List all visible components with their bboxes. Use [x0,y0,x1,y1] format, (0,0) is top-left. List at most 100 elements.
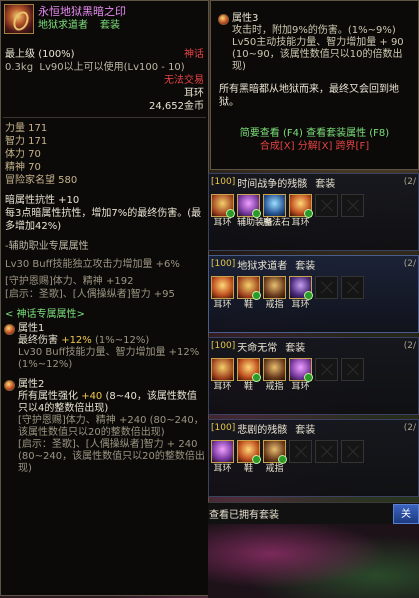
owned-badge-icon [252,291,261,300]
attribute-1-title: 属性1 [18,323,45,334]
set-card-selected[interactable]: [100] 地狱求道者 套装 (2/ 耳环 鞋 戒指 耳环 [208,255,419,333]
empty-slot[interactable] [315,276,338,299]
slot-label: 辅助装备 [237,218,274,228]
close-button[interactable]: 关 [393,503,419,524]
attribute-orb-icon [4,324,15,335]
equip-slot[interactable] [237,276,261,300]
grade-label: 最上级 [5,49,35,60]
attribute-2: 属性2 所有属性强化 +40 (8~40，该属性数值只以4的整数倍出现) [守护… [1,379,208,475]
owned-badge-icon [252,455,261,464]
empty-slot[interactable] [341,276,364,299]
tooltip-header: 永恒地狱黑暗之印 地狱求道者 套装 [1,1,208,48]
support-title: -辅助职业专属属性 [5,241,89,252]
level-requirement: Lv90以上可以使用(Lv100 - 10) [39,62,185,73]
attribute-2-value: +40 [81,391,103,402]
owned-badge-icon [278,455,287,464]
attribute-1: 属性1 最终伤害 +12% (1%~12%) Lv30 Buff技能力量、智力增… [1,323,208,371]
set-card[interactable]: [100] 天命无常 套装 (2/ 耳环 鞋 戒指 耳环 [208,337,419,415]
slot-label: 耳环 [291,382,310,392]
equip-slot[interactable] [211,440,234,463]
empty-slot[interactable] [315,440,338,463]
lore-text: 所有黑暗都从地狱而来，最终又会回到地狱。 [219,84,399,108]
slot-label: 鞋 [243,300,253,310]
set-tag: 套装 [285,342,306,354]
equip-slot[interactable] [211,358,234,381]
equip-slot[interactable] [237,440,261,464]
slot-label: 魔法石 [263,218,291,228]
equip-slot[interactable] [237,194,261,218]
owned-badge-icon [252,373,261,382]
item-tooltip: 永恒地狱黑暗之印 地狱求道者 套装 最上级 (100%) 神话 0.3kg Lv9… [0,0,209,596]
equip-slot[interactable] [289,276,313,300]
empty-slot[interactable] [341,440,364,463]
equip-slot[interactable] [263,194,286,217]
attribute-3: 属性3 攻击时，附加9%的伤害。(1%~9%) Lv50主动技能力量、智力增加量… [215,13,414,73]
equip-slot[interactable] [289,358,313,382]
set-tag: 套装 [295,260,316,272]
support-line-1: Lv30 Buff技能独立攻击力增加量 +6% [5,259,180,270]
set-title: 时间战争的残骸 [237,178,308,190]
attribute-orb-icon [4,380,15,391]
attribute-2-line3: [启示：圣歌]、[人偶操纵者]智力 + 240 (80~240，该属性数值只以2… [18,439,205,474]
attribute-3-text: 攻击时，附加9%的伤害。(1%~9%) Lv50主动技能力量、智力增加量 + 9… [232,25,404,72]
attribute-3-title: 属性3 [232,13,259,24]
attribute-2-line2: [守护恩赐]体力、精神 +240 (80~240，该属性数值只以20的整数倍出现… [18,415,204,438]
trade-status: 无法交易 [164,75,204,86]
sell-price: 24,652金币 [149,101,204,112]
set-count: [100] [211,259,236,269]
slot-label: 鞋 [243,382,253,392]
equip-slot[interactable] [263,440,287,464]
set-footer-bar: 查看已拥有套装 关 [208,502,419,524]
stats-list: 力量 171 智力 171 体力 70 精神 70 冒险家名望 580 [1,122,208,187]
set-progress: (2/ [403,423,416,433]
item-set-name[interactable]: 地狱求道者 [38,20,88,31]
slot-label: 戒指 [265,382,284,392]
set-card[interactable]: [100] 悲剧的残骸 套装 (2/ 耳环 鞋 戒指 [208,419,419,497]
transfer-link[interactable]: 跨界[F] [336,141,370,152]
stat-spi: 精神 70 [5,162,41,173]
owned-badge-icon [304,373,313,382]
level-row: 0.3kg Lv90以上可以使用(Lv100 - 10) [1,61,208,74]
empty-slot[interactable] [341,358,364,381]
owned-badge-icon [252,209,261,218]
empty-slot[interactable] [315,194,338,217]
slot-label: 戒指 [265,464,284,474]
empty-slot[interactable] [341,194,364,217]
equip-slot[interactable] [211,194,235,218]
grade-row: 最上级 (100%) 神话 [1,48,208,61]
empty-slot[interactable] [315,358,338,381]
empty-slot[interactable] [289,440,312,463]
equip-slot[interactable] [237,358,261,382]
owned-badge-icon [304,291,313,300]
set-tag: 套装 [295,424,316,436]
equip-slot[interactable] [263,276,286,299]
slot-type: 耳环 [184,88,204,99]
set-title: 天命无常 [237,342,278,354]
set-title: 地狱求道者 [237,260,288,272]
tooltip-continuation: 属性3 攻击时，附加9%的伤害。(1%~9%) Lv50主动技能力量、智力增加量… [210,0,419,170]
stat-str: 力量 171 [5,123,48,134]
slot-label: 耳环 [291,218,310,228]
set-progress: (2/ [403,259,416,269]
equip-slot[interactable] [289,194,313,218]
set-tag: 套装 [315,178,336,190]
compose-link[interactable]: 合成[X] [260,141,295,152]
owned-sets-toggle[interactable]: 查看已拥有套装 [208,506,279,521]
item-set-line: 地狱求道者 套装 [38,20,132,32]
set-attr-link[interactable]: 查看套装属性 (F8) [306,128,389,139]
support-line-2: [守护恩赐]体力、精神 +192 [5,276,134,287]
set-card[interactable]: [100] 时间战争的残骸 套装 (2/ 耳环 辅助装备 魔法石 耳环 [208,173,419,251]
grade-pct: (100%) [38,49,75,60]
set-progress: (2/ [403,341,416,351]
rarity-label: 神话 [184,49,204,60]
character-scene [208,524,419,598]
equip-slot[interactable] [263,358,286,381]
decompose-link[interactable]: 分解[X] [298,141,333,152]
slot-label: 耳环 [291,300,310,310]
support-line-3: [启示：圣歌]、[人偶操纵者]智力 +95 [5,289,175,300]
brief-view-link[interactable]: 简要查看 (F4) [240,128,303,139]
stat-fame: 冒险家名望 580 [5,175,78,186]
stat-int: 智力 171 [5,136,48,147]
equip-slot[interactable] [211,276,234,299]
set-progress: (2/ [403,177,416,187]
